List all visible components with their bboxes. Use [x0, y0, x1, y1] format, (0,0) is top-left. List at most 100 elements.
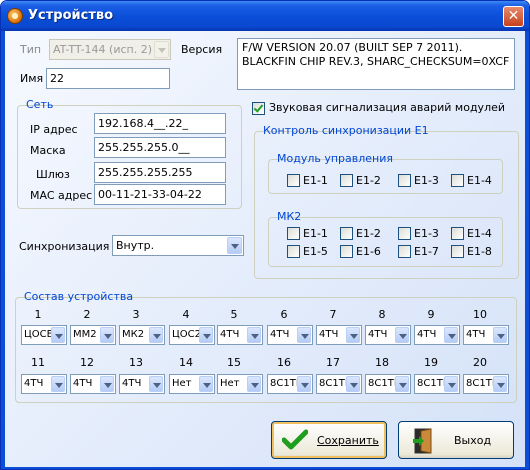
slot-number: 4	[182, 308, 190, 321]
chevron-down-icon[interactable]	[395, 327, 409, 343]
slot-select[interactable]: 4ТЧ	[463, 325, 509, 345]
chevron-down-icon[interactable]	[247, 327, 261, 343]
mk2-e1-3-checkbox[interactable]	[398, 227, 411, 240]
close-button[interactable]: ✕	[503, 6, 524, 27]
chevron-down-icon[interactable]	[493, 327, 507, 343]
alarm-checkbox[interactable]	[252, 102, 265, 115]
slot-select[interactable]: ЦОСЕ	[21, 325, 67, 345]
slot-number: 6	[280, 308, 288, 321]
chevron-down-icon[interactable]	[297, 376, 311, 392]
slot-select[interactable]: 8С1ТГ	[463, 374, 509, 394]
chevron-down-icon[interactable]	[346, 376, 360, 392]
mk2-e1-8-checkbox[interactable]	[451, 245, 464, 258]
cm-e1-2-checkbox[interactable]	[340, 174, 353, 187]
chevron-down-icon[interactable]	[444, 327, 458, 343]
mk2-e1-3-label[interactable]: E1-3	[414, 227, 439, 240]
chevron-down-icon[interactable]	[149, 376, 163, 392]
slot-select-value: МК2	[122, 329, 145, 340]
mk2-e1-8-label[interactable]: E1-8	[467, 245, 492, 258]
slot-select[interactable]: 4ТЧ	[414, 325, 460, 345]
cm-e1-2-label[interactable]: E1-2	[356, 174, 381, 187]
slot-select[interactable]: Нет	[217, 374, 263, 394]
composition-title: Состав устройства	[24, 290, 134, 303]
slot-select[interactable]: 8С1ТГ	[365, 374, 411, 394]
mk2-e1-4-checkbox[interactable]	[451, 227, 464, 240]
mk2-e1-5-checkbox[interactable]	[287, 245, 300, 258]
save-button[interactable]: Сохранить	[271, 421, 387, 459]
exit-button[interactable]: Выход	[398, 421, 514, 459]
mk2-e1-6-label[interactable]: E1-6	[356, 245, 381, 258]
chevron-down-icon[interactable]	[297, 327, 311, 343]
slot-select-value: ЦОСЕ	[24, 329, 53, 340]
cm-e1-1-label[interactable]: E1-1	[303, 174, 328, 187]
slot-number: 14	[179, 356, 193, 369]
slot-number: 8	[378, 308, 386, 321]
mk2-e1-6-checkbox[interactable]	[340, 245, 353, 258]
slot-select-value: 4ТЧ	[270, 329, 290, 340]
chevron-down-icon[interactable]	[395, 376, 409, 392]
mac-input[interactable]: 00-11-21-33-04-22	[94, 184, 226, 205]
cm-e1-4-checkbox[interactable]	[451, 174, 464, 187]
slot-select[interactable]: 4ТЧ	[316, 325, 362, 345]
app-icon	[7, 8, 23, 24]
slot-select[interactable]: 4ТЧ	[267, 325, 313, 345]
slot-select[interactable]: 8С1ТГ	[414, 374, 460, 394]
mk2-e1-7-checkbox[interactable]	[398, 245, 411, 258]
mk2-e1-1-checkbox[interactable]	[287, 227, 300, 240]
slot-select[interactable]: 8С1ТГ	[267, 374, 313, 394]
cm-e1-1-checkbox[interactable]	[287, 174, 300, 187]
mk2-e1-2-label[interactable]: E1-2	[356, 227, 381, 240]
mk2-e1-5-label[interactable]: E1-5	[303, 245, 328, 258]
slot-number: 1	[34, 308, 42, 321]
chevron-down-icon[interactable]	[493, 376, 507, 392]
title-bar[interactable]: Устройство ✕	[1, 1, 529, 31]
cm-e1-4-label[interactable]: E1-4	[467, 174, 492, 187]
mk2-e1-4-label[interactable]: E1-4	[467, 227, 492, 240]
mk2-e1-1-label[interactable]: E1-1	[303, 227, 328, 240]
chevron-down-icon[interactable]	[51, 376, 65, 392]
chevron-down-icon[interactable]	[199, 376, 213, 392]
cm-e1-3-label[interactable]: E1-3	[414, 174, 439, 187]
type-select-value: AT-TT-144 (исп. 2)	[53, 43, 152, 56]
slot-select-value: 4ТЧ	[466, 329, 486, 340]
slot-select[interactable]: 4ТЧ	[21, 374, 67, 394]
slot-select[interactable]: 8С1ТГ	[316, 374, 362, 394]
chevron-down-icon[interactable]	[149, 327, 163, 343]
chevron-down-icon[interactable]	[100, 327, 114, 343]
chevron-down-icon[interactable]	[100, 376, 114, 392]
mk2-e1-7-label[interactable]: E1-7	[414, 245, 439, 258]
type-select: AT-TT-144 (исп. 2)	[49, 39, 171, 60]
mk2-title: МК2	[277, 210, 302, 223]
chevron-down-icon[interactable]	[444, 376, 458, 392]
slot-select[interactable]: ЦОС2	[169, 325, 215, 345]
sync-select[interactable]: Внутр.	[112, 235, 244, 256]
slot-select[interactable]: Нет	[169, 374, 215, 394]
chevron-down-icon[interactable]	[199, 327, 213, 343]
cm-e1-3-checkbox[interactable]	[398, 174, 411, 187]
slot-select[interactable]: МК2	[119, 325, 165, 345]
slot-select[interactable]: 4ТЧ	[70, 374, 116, 394]
slot-select[interactable]: 4ТЧ	[217, 325, 263, 345]
slot-number: 17	[326, 356, 340, 369]
mask-input[interactable]: 255.255.255.0__	[94, 137, 226, 158]
dialog-body: Тип AT-TT-144 (исп. 2) Версия F/W VERSIO…	[5, 31, 525, 467]
gateway-input[interactable]: 255.255.255.255	[94, 162, 226, 183]
slot-number: 5	[230, 308, 238, 321]
chevron-down-icon[interactable]	[51, 327, 65, 343]
alarm-label[interactable]: Звуковая сигнализация аварий модулей	[269, 101, 505, 114]
slot-select-value: Нет	[172, 378, 192, 389]
sync-select-value: Внутр.	[116, 239, 155, 252]
chevron-down-icon[interactable]	[346, 327, 360, 343]
name-input[interactable]: 22	[46, 68, 170, 89]
mk2-e1-2-checkbox[interactable]	[340, 227, 353, 240]
slot-select[interactable]: 4ТЧ	[365, 325, 411, 345]
sync-control-title: Контроль синхронизации E1	[263, 124, 429, 137]
slot-select[interactable]: 4ТЧ	[119, 374, 165, 394]
slot-select[interactable]: ММ2	[70, 325, 116, 345]
name-label: Имя	[20, 72, 44, 85]
slot-number: 2	[83, 308, 91, 321]
chevron-down-icon[interactable]	[227, 237, 242, 254]
slot-number: 15	[227, 356, 241, 369]
ip-input[interactable]: 192.168.4__.22_	[94, 113, 226, 134]
chevron-down-icon[interactable]	[247, 376, 261, 392]
